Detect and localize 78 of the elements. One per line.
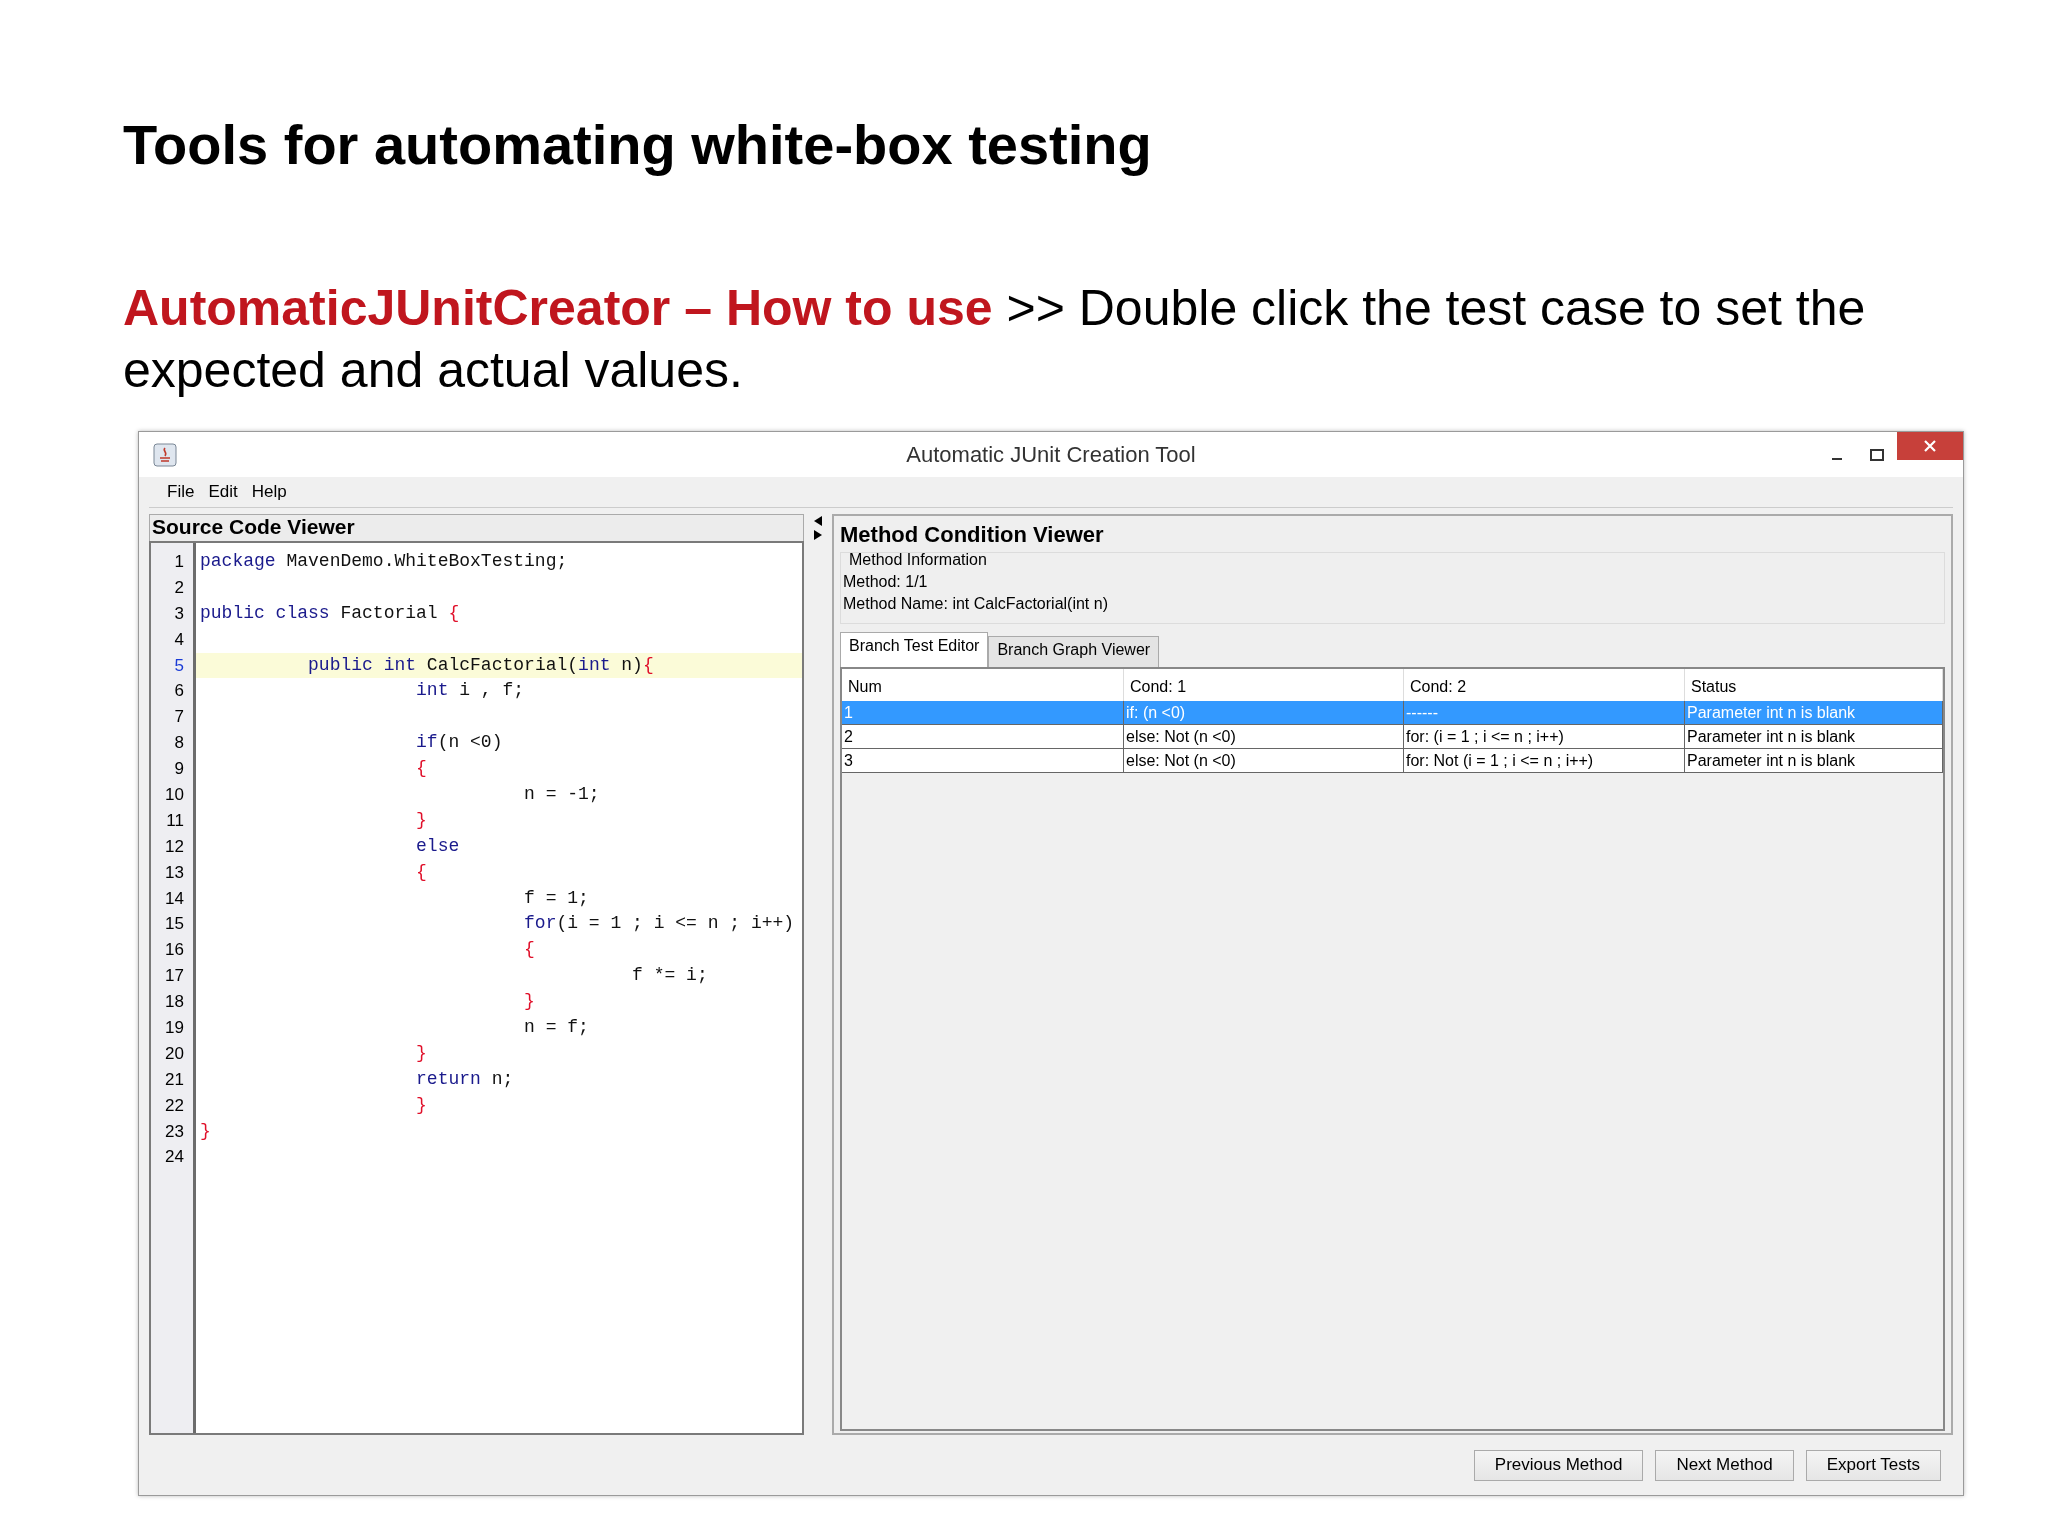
menu-item[interactable]: Edit [208,482,238,502]
table-cell[interactable]: for: (i = 1 ; i <= n ; i++) [1404,725,1685,749]
table-cell[interactable]: 3 [842,749,1124,773]
window-title: Automatic JUnit Creation Tool [906,441,1196,467]
line-number: 15 [164,913,185,936]
group-legend: Method Information [849,551,1944,569]
line-number: 12 [164,835,185,858]
code-line: { [415,757,428,781]
method-name: Method Name: int CalcFactorial(int n) [843,595,1109,613]
code-line: { [415,860,428,884]
line-number: 11 [165,809,185,832]
table-cell[interactable]: else: Not (n <0) [1124,725,1404,749]
table-cell[interactable]: for: Not (i = 1 ; i <= n ; i++) [1404,749,1685,773]
line-number: 2 [173,576,185,599]
line-number: 24 [164,1146,185,1169]
code-line: n = f; [523,1016,590,1040]
line-number: 4 [173,628,185,651]
slide-title: Tools for automating white-box testing [123,112,1153,177]
code-line: } [415,1093,428,1117]
code-line: else [415,834,461,858]
code-line: n = -1; [523,783,601,806]
code-line: package MavenDemo.WhiteBoxTesting; [199,550,569,573]
line-number: 16 [164,939,185,962]
code-line: f *= i; [631,964,709,988]
code-line: } [523,990,536,1014]
column-header[interactable]: Status [1685,669,1943,701]
panel-title: Method Condition Viewer [840,522,1105,548]
app-icon [153,442,177,467]
table-cell[interactable]: Parameter int n is blank [1685,749,1943,773]
column-header[interactable]: Cond: 2 [1404,669,1685,701]
table-cell[interactable]: else: Not (n <0) [1124,749,1404,773]
close-button[interactable] [1897,432,1963,460]
menu-item[interactable]: Help [251,482,287,502]
code-line: return n; [415,1067,515,1091]
table-cell[interactable]: 2 [842,725,1124,749]
code-line: } [415,1041,428,1065]
line-number: 6 [173,680,185,703]
line-number: 3 [173,602,185,625]
slide-subtitle: AutomaticJUnitCreator – How to use >> Double click the test case to set the expected and actual values. [123,279,1867,400]
line-number: 13 [164,861,185,884]
action-button[interactable]: Next Method [1655,1449,1794,1481]
expand-right-icon[interactable] [814,530,822,540]
code-line: { [523,938,536,962]
action-button[interactable]: Export Tests [1805,1449,1941,1481]
column-header[interactable]: Num [842,669,1124,701]
panel-title: Source Code Viewer [149,514,804,541]
line-number: 10 [164,784,185,806]
line-number: 1 [173,551,185,573]
menu-item[interactable]: File [167,482,195,502]
table-cell[interactable]: Parameter int n is blank [1685,725,1943,749]
line-number: 21 [164,1068,185,1091]
line-number: 14 [164,887,185,910]
line-number: 5 [173,654,185,677]
code-editor[interactable] [149,541,804,1435]
line-number: 23 [164,1120,185,1143]
line-number: 9 [173,758,185,781]
close-icon [1923,439,1937,453]
code-line: int i , f; [415,679,526,703]
code-line: f = 1; [523,886,590,910]
action-button[interactable]: Previous Method [1473,1449,1644,1481]
line-number: 22 [164,1094,185,1117]
line-number: 19 [164,1017,185,1040]
code-line: } [415,808,428,832]
line-number: 8 [173,732,185,755]
code-line: public class Factorial { [199,601,461,625]
code-line: } [199,1119,212,1143]
maximize-icon[interactable] [1870,448,1884,461]
line-number: 20 [164,1042,185,1065]
code-line: for(i = 1 ; i <= n ; i++) [523,912,796,936]
code-line: if(n <0) [415,731,504,755]
line-number: 18 [164,991,185,1014]
method-count: Method: 1/1 [843,573,929,591]
tab[interactable]: Branch Graph Viewer [988,636,1160,667]
line-number: 17 [164,965,185,988]
column-header[interactable]: Cond: 1 [1124,669,1404,701]
collapse-left-icon[interactable] [814,516,822,526]
tab[interactable]: Branch Test Editor [840,632,989,667]
line-number: 7 [173,706,185,729]
